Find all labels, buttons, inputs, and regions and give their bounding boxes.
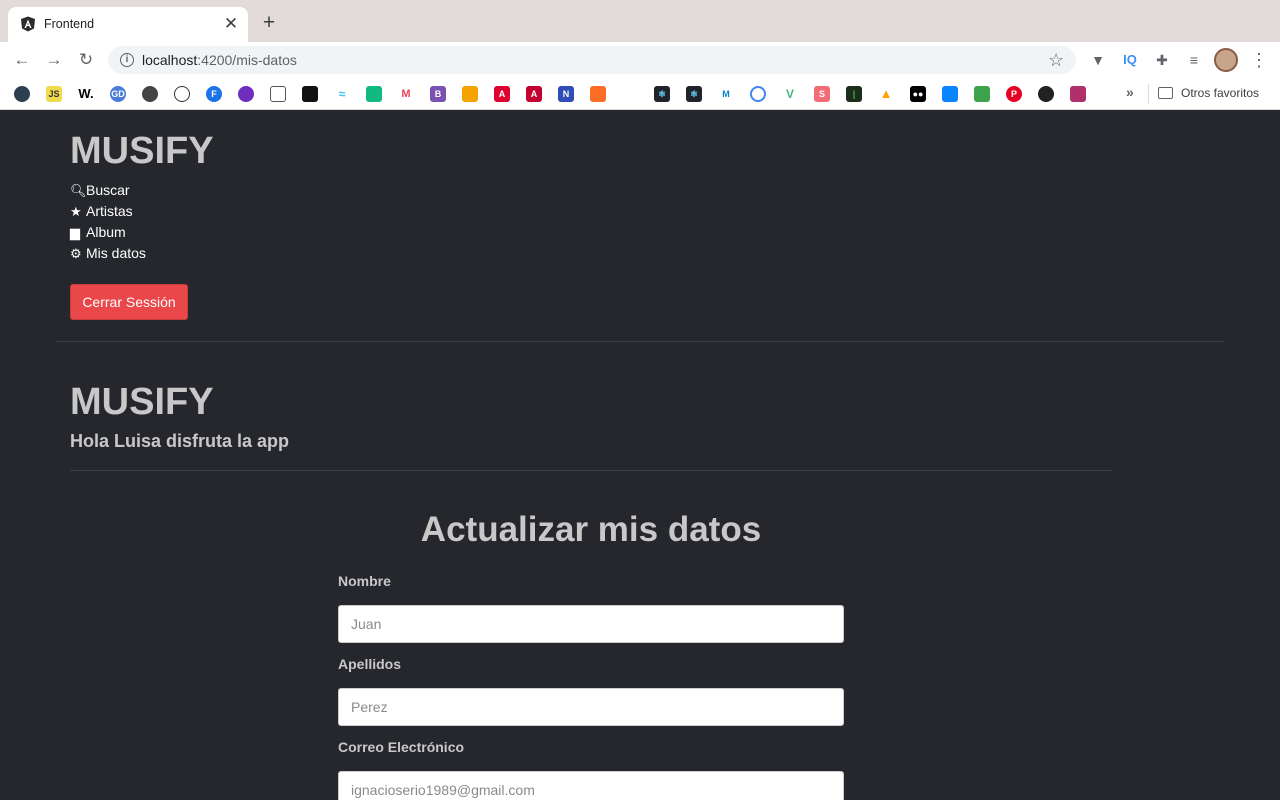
app-title: MUSIFY: [70, 130, 214, 172]
bookmark-icon[interactable]: N: [558, 86, 574, 102]
menu-dots-icon[interactable]: ⋮: [1250, 48, 1268, 72]
extensions-puzzle-icon[interactable]: ✚: [1152, 50, 1172, 70]
bookmark-icon[interactable]: ⚛: [686, 86, 702, 102]
new-tab-button[interactable]: +: [258, 12, 280, 34]
divider: [1148, 84, 1149, 104]
bookmark-icon[interactable]: [174, 86, 190, 102]
nav-item-buscar[interactable]: 🔍︎Buscar: [70, 180, 190, 201]
close-icon[interactable]: ✕: [222, 15, 240, 33]
iq-extension-icon[interactable]: IQ: [1120, 50, 1140, 70]
bookmark-icon[interactable]: B: [430, 86, 446, 102]
info-icon[interactable]: i: [120, 53, 134, 67]
avatar[interactable]: [1214, 48, 1238, 72]
chevron-more-icon[interactable]: »: [1126, 84, 1134, 100]
bookmark-icon[interactable]: F: [206, 86, 222, 102]
bookmark-icon[interactable]: JS: [46, 86, 62, 102]
url-text[interactable]: localhost:4200/mis-datos: [142, 52, 297, 68]
divider: [56, 341, 1224, 342]
angular-icon: [21, 16, 35, 32]
bookmark-icon[interactable]: [270, 86, 286, 102]
nav-item-album[interactable]: ▆ Album: [70, 222, 190, 243]
reload-icon[interactable]: ↻: [76, 50, 96, 70]
bookmark-icon[interactable]: [462, 86, 478, 102]
bookmark-icon[interactable]: ●●: [910, 86, 926, 102]
greeting-text: Hola Luisa disfruta la app: [70, 431, 290, 451]
bookmark-star-icon[interactable]: ☆: [1048, 50, 1064, 71]
bookmarks-folder-label[interactable]: Otros favoritos: [1181, 86, 1259, 100]
bookmark-icon[interactable]: A: [526, 86, 542, 102]
bookmark-icon[interactable]: [942, 86, 958, 102]
back-icon[interactable]: ←: [12, 50, 32, 70]
bookmark-icon[interactable]: [366, 86, 382, 102]
bookmark-icon[interactable]: [590, 86, 606, 102]
media-queue-icon[interactable]: ≡: [1184, 50, 1204, 70]
main-nav: 🔍︎Buscar ★ Artistas ▆ Album ⚙ Mis datos: [70, 180, 190, 264]
bookmark-icon[interactable]: [1038, 86, 1054, 102]
bookmark-icon[interactable]: [1070, 86, 1086, 102]
bookmark-icon[interactable]: [142, 86, 158, 102]
folder-icon[interactable]: [1158, 87, 1173, 99]
bookmark-icon[interactable]: S: [814, 86, 830, 102]
email-label: Correo Electrónico: [338, 739, 465, 755]
bookmark-icon[interactable]: [302, 86, 318, 102]
bookmark-icon[interactable]: M: [398, 86, 414, 102]
bookmark-icon[interactable]: P: [1006, 86, 1022, 102]
nav-item-mis-datos[interactable]: ⚙ Mis datos: [70, 243, 190, 264]
bookmark-icon[interactable]: [750, 86, 766, 102]
bookmark-icon[interactable]: GD: [110, 86, 126, 102]
divider: [70, 470, 1112, 471]
bookmark-icon[interactable]: |: [846, 86, 862, 102]
browser-tabstrip: Frontend ✕ +: [0, 0, 1280, 42]
star-icon: ★: [70, 204, 82, 219]
forward-icon[interactable]: →: [44, 50, 64, 70]
surname-field[interactable]: [338, 688, 844, 726]
browser-tab[interactable]: Frontend ✕: [8, 7, 248, 42]
email-field[interactable]: [338, 771, 844, 800]
form-title: Actualizar mis datos: [420, 510, 762, 549]
nav-item-artistas[interactable]: ★ Artistas: [70, 201, 190, 222]
vue-devtools-icon[interactable]: ▼: [1088, 50, 1108, 70]
address-bar[interactable]: i localhost:4200/mis-datos ☆: [108, 46, 1076, 74]
bookmark-icon[interactable]: ▲: [878, 86, 894, 102]
bookmark-icon[interactable]: [238, 86, 254, 102]
bookmark-icon[interactable]: ⚛: [654, 86, 670, 102]
name-field[interactable]: [338, 605, 844, 643]
logout-button[interactable]: Cerrar Sessión: [70, 284, 188, 320]
bookmark-icon[interactable]: [974, 86, 990, 102]
bookmarks-bar: JS W. GD F ≈ M B A A N ⚛ ⚛ M V S | ▲ ●● …: [0, 78, 1280, 110]
name-label: Nombre: [338, 573, 391, 589]
surname-label: Apellidos: [338, 656, 402, 672]
bookmark-icon[interactable]: V: [782, 86, 798, 102]
gear-icon: ⚙: [70, 246, 82, 261]
bookmark-icon[interactable]: M: [718, 86, 734, 102]
browser-toolbar: ← → ↻ i localhost:4200/mis-datos ☆ ▼ IQ …: [0, 42, 1280, 78]
bookmark-icon[interactable]: W.: [78, 86, 94, 102]
tab-title: Frontend: [44, 17, 95, 31]
main-title: MUSIFY: [70, 381, 214, 423]
book-icon: ▆: [70, 225, 80, 240]
bookmark-icon[interactable]: ≈: [334, 86, 350, 102]
bookmark-icon[interactable]: [14, 86, 30, 102]
bookmark-icon[interactable]: A: [494, 86, 510, 102]
search-icon: 🔍︎: [70, 183, 87, 198]
